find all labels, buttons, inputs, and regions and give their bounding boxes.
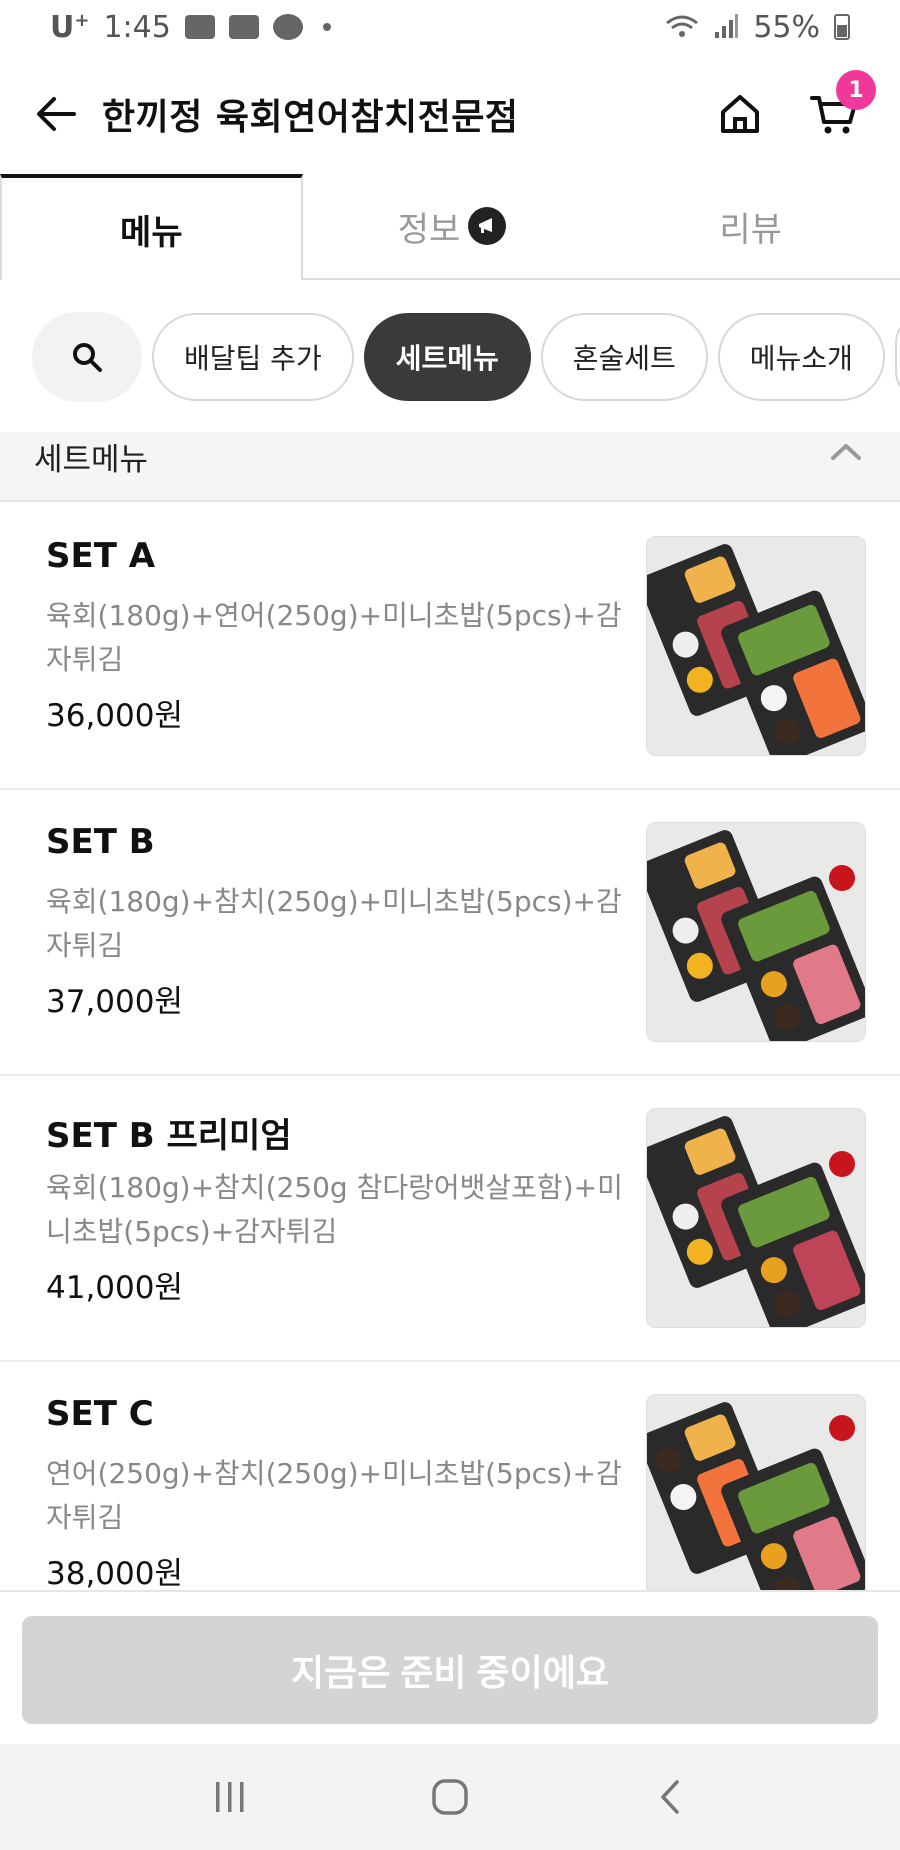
- status-bar-left: U+ 1:45: [50, 10, 331, 45]
- home-button[interactable]: [708, 82, 772, 146]
- tab-info[interactable]: 정보: [303, 174, 602, 278]
- back-nav-button[interactable]: [630, 1757, 710, 1837]
- home-icon: [721, 95, 759, 133]
- section-title: 세트메뉴: [34, 441, 149, 478]
- tab-review-label: 리뷰: [719, 209, 782, 250]
- menu-item-description: 육회(180g)+연어(250g)+미니초밥(5pcs)+감자튀김: [46, 599, 622, 676]
- menu-item-photo: [646, 1394, 866, 1590]
- tab-bar: 메뉴 정보 리뷰: [0, 174, 900, 280]
- search-icon: [73, 343, 102, 372]
- chevron-left-icon: [661, 1780, 679, 1814]
- collapse-button[interactable]: [826, 431, 866, 471]
- menu-item-description: 연어(250g)+참치(250g)+미니초밥(5pcs)+감자튀김: [46, 1457, 622, 1534]
- menu-item-price: 37,000원: [46, 984, 183, 1020]
- header-actions: 1: [708, 70, 876, 146]
- tab-info-label: 정보: [397, 209, 461, 250]
- arrow-left-icon: [37, 97, 76, 131]
- menu-list: SET A 육회(180g)+연어(250g)+미니초밥(5pcs)+감자튀김 …: [0, 504, 900, 1590]
- notification-dot-icon: [322, 23, 331, 31]
- bottom-action-bar: 지금은 준비 중이에요: [0, 1590, 900, 1744]
- menu-item-price: 38,000원: [46, 1556, 183, 1590]
- tab-menu-label: 메뉴: [120, 212, 183, 253]
- section-header[interactable]: 세트메뉴: [0, 432, 900, 502]
- cart-count-badge: 1: [836, 70, 876, 110]
- system-nav-bar: [0, 1744, 900, 1850]
- menu-item-set-c[interactable]: SET C 연어(250g)+참치(250g)+미니초밥(5pcs)+감자튀김 …: [0, 1362, 900, 1590]
- menu-item-description: 육회(180g)+참치(250g 참다랑어뱃살포함)+미니초밥(5pcs)+감자…: [46, 1171, 623, 1248]
- tab-review[interactable]: 리뷰: [601, 174, 900, 278]
- menu-search-button[interactable]: [32, 312, 142, 402]
- order-button: 지금은 준비 중이에요: [22, 1616, 878, 1724]
- app-header: 한끼정 육회연어참치전문점 1: [0, 70, 900, 154]
- wifi-icon: [666, 15, 699, 37]
- megaphone-icon: [468, 207, 507, 245]
- menu-item-description: 육회(180g)+참치(250g)+미니초밥(5pcs)+감자튀김: [46, 885, 622, 962]
- clock: 1:45: [103, 9, 171, 45]
- menu-item-photo: [646, 536, 866, 756]
- menu-item-name: SET C: [46, 1394, 154, 1434]
- menu-item-set-a[interactable]: SET A 육회(180g)+연어(250g)+미니초밥(5pcs)+감자튀김 …: [0, 504, 900, 790]
- chip-set-menu[interactable]: 세트메뉴: [363, 313, 531, 401]
- chip-delivery-tip[interactable]: 배달팁 추가: [152, 313, 354, 401]
- menu-item-photo: [646, 822, 866, 1042]
- cart-button[interactable]: 1: [802, 70, 876, 146]
- battery-percent: 55%: [753, 9, 820, 45]
- menu-item-name: SET B: [46, 822, 155, 862]
- recent-apps-button[interactable]: [190, 1757, 270, 1837]
- battery-icon: [834, 14, 850, 40]
- chip-menu-intro[interactable]: 메뉴소개: [717, 313, 885, 401]
- recent-apps-icon: [216, 1782, 244, 1812]
- menu-item-set-b-premium[interactable]: SET B 프리미엄 육회(180g)+참치(250g 참다랑어뱃살포함)+미니…: [0, 1076, 900, 1362]
- carrier-label: U+: [50, 9, 90, 45]
- gallery-icon: [184, 15, 215, 39]
- category-chips: 배달팁 추가 세트메뉴 혼술세트 메뉴소개: [32, 312, 900, 402]
- home-nav-button[interactable]: [410, 1757, 490, 1837]
- status-bar-right: 55%: [665, 10, 850, 45]
- menu-item-name: SET A: [46, 536, 156, 576]
- menu-item-price: 36,000원: [46, 698, 183, 734]
- signal-icon: [715, 14, 739, 38]
- page-title: 한끼정 육회연어참치전문점: [102, 97, 519, 138]
- kakaotalk-icon: [272, 14, 303, 40]
- status-bar: U+ 1:45 55%: [0, 0, 900, 54]
- tab-menu[interactable]: 메뉴: [0, 174, 303, 280]
- menu-item-name: SET B 프리미엄: [46, 1116, 292, 1156]
- menu-item-photo: [646, 1108, 866, 1328]
- chevron-up-icon: [831, 444, 861, 460]
- back-button[interactable]: [26, 84, 86, 144]
- chip-solo-drink-set[interactable]: 혼술세트: [540, 313, 708, 401]
- youtube-icon: [228, 15, 259, 39]
- home-circle-icon: [432, 1779, 468, 1815]
- chip-overflow[interactable]: [894, 313, 900, 401]
- menu-item-set-b[interactable]: SET B 육회(180g)+참치(250g)+미니초밥(5pcs)+감자튀김 …: [0, 790, 900, 1076]
- menu-item-price: 41,000원: [46, 1270, 183, 1306]
